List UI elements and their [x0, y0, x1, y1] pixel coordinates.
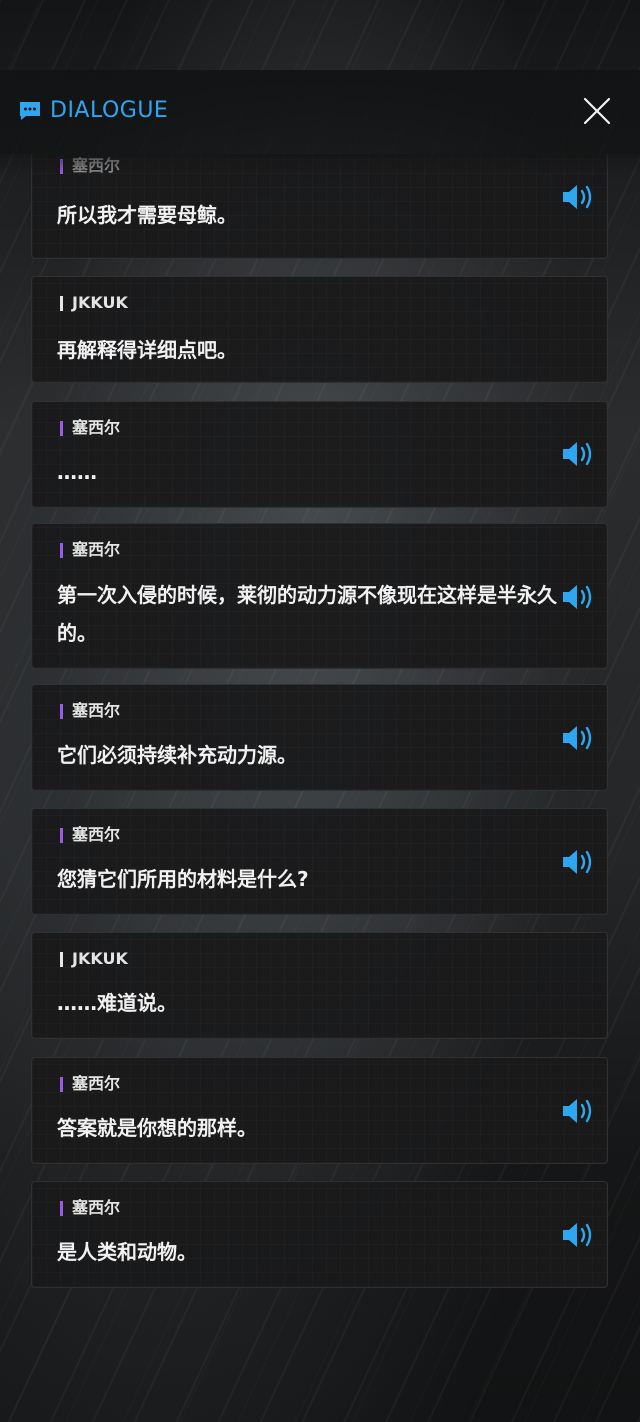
dialogue-log[interactable]: 塞西尔 所以我才需要母鲸。 JKKUK 再解释得详细点吧。 塞西尔 …… 塞西尔… — [0, 154, 640, 1324]
dialogue-entry: 塞西尔 您猜它们所用的材料是什么? — [31, 808, 608, 915]
dialogue-entry: 塞西尔 答案就是你想的那样。 — [31, 1057, 608, 1164]
speaker-name: JKKUK — [60, 948, 128, 970]
speaker-volume-icon[interactable] — [560, 722, 596, 754]
dialogue-text: 是人类和动物。 — [57, 1240, 197, 1264]
speaker-name: 塞西尔 — [60, 700, 120, 722]
dialogue-entry: 塞西尔 它们必须持续补充动力源。 — [31, 684, 608, 791]
speaker-name: 塞西尔 — [60, 1073, 120, 1095]
dialogue-entry: 塞西尔 所以我才需要母鲸。 — [31, 154, 608, 259]
dialogue-text: 它们必须持续补充动力源。 — [57, 743, 297, 767]
dialogue-text: 所以我才需要母鲸。 — [57, 203, 237, 227]
speaker-name: 塞西尔 — [60, 824, 120, 846]
dialogue-text: ……难道说。 — [57, 991, 177, 1015]
speaker-name: 塞西尔 — [60, 539, 120, 561]
speaker-name: 塞西尔 — [60, 155, 120, 177]
speaker-volume-icon[interactable] — [560, 1095, 596, 1127]
speaker-volume-icon[interactable] — [560, 846, 596, 878]
speaker-volume-icon[interactable] — [560, 581, 596, 613]
dialogue-text: 第一次入侵的时候，莱彻的动力源不像现在这样是半永久的。 — [57, 583, 557, 645]
dialogue-title: DIALOGUE — [50, 98, 169, 123]
speaker-name: 塞西尔 — [60, 417, 120, 439]
chat-bubble-icon — [20, 102, 40, 120]
speaker-volume-icon[interactable] — [560, 438, 596, 470]
speaker-volume-icon[interactable] — [560, 181, 596, 213]
dialogue-entry: JKKUK 再解释得详细点吧。 — [31, 276, 608, 383]
dialogue-entry: JKKUK ……难道说。 — [31, 932, 608, 1039]
dialogue-text: …… — [57, 460, 97, 484]
dialogue-text: 再解释得详细点吧。 — [57, 338, 237, 362]
dialogue-entry: 塞西尔 是人类和动物。 — [31, 1181, 608, 1288]
speaker-name: JKKUK — [60, 292, 128, 314]
speaker-volume-icon[interactable] — [560, 1219, 596, 1251]
dialogue-text: 您猜它们所用的材料是什么? — [57, 867, 309, 891]
dialogue-entry: 塞西尔 第一次入侵的时候，莱彻的动力源不像现在这样是半永久的。 — [31, 523, 608, 669]
speaker-name: 塞西尔 — [60, 1197, 120, 1219]
close-icon[interactable] — [582, 96, 612, 126]
dialogue-text: 答案就是你想的那样。 — [57, 1116, 257, 1140]
dialogue-entry: 塞西尔 …… — [31, 401, 608, 508]
